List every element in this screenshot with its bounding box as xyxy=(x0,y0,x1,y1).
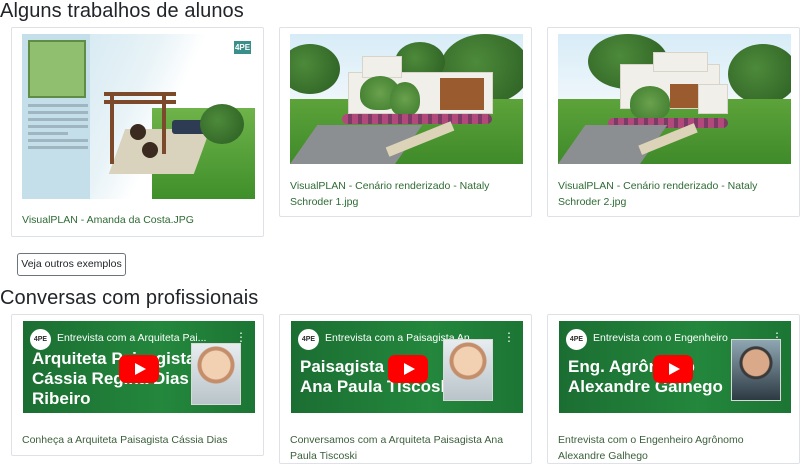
youtube-play-icon[interactable] xyxy=(653,355,693,383)
work-image[interactable]: 4PE xyxy=(22,34,255,199)
video-headline-line: Paisagista xyxy=(300,357,385,376)
section-title-student-works: Alguns trabalhos de alunos xyxy=(0,0,244,22)
video-card[interactable]: 4PE Entrevista com o Engenheiro ... ⋮ En… xyxy=(547,314,800,464)
more-vert-icon[interactable]: ⋮ xyxy=(235,331,247,343)
video-card[interactable]: 4PE Entrevista com a Paisagista An... ⋮ … xyxy=(279,314,532,464)
work-image[interactable] xyxy=(558,34,791,164)
section-title-professional-talks: Conversas com profissionais xyxy=(0,287,259,309)
work-card[interactable]: VisualPLAN - Cenário renderizado - Natal… xyxy=(547,27,800,217)
guest-photo xyxy=(731,339,781,401)
work-caption[interactable]: VisualPLAN - Amanda da Costa.JPG xyxy=(22,212,255,228)
guest-photo xyxy=(191,343,241,405)
guest-photo xyxy=(443,339,493,401)
work-caption[interactable]: VisualPLAN - Cenário renderizado - Natal… xyxy=(290,178,523,210)
video-thumbnail[interactable]: 4PE Entrevista com a Arquiteta Pai... ⋮ … xyxy=(23,321,255,413)
more-vert-icon[interactable]: ⋮ xyxy=(503,331,515,343)
work-card[interactable]: 4PE VisualPLAN - Amanda da Costa.JPG xyxy=(11,27,264,237)
video-headline-line: Cássia Regina Dias xyxy=(32,369,189,388)
video-headline-line: Ana Paula Tiscoski xyxy=(300,377,455,396)
channel-avatar[interactable]: 4PE xyxy=(566,329,587,350)
video-thumbnail[interactable]: 4PE Entrevista com o Engenheiro ... ⋮ En… xyxy=(559,321,791,413)
see-more-examples-button[interactable]: Veja outros exemplos xyxy=(17,253,126,276)
video-overlay-title[interactable]: Entrevista com o Engenheiro ... xyxy=(593,332,753,344)
video-caption[interactable]: Entrevista com o Engenheiro Agrônomo Ale… xyxy=(558,432,790,464)
video-headline-line: Alexandre Galhego xyxy=(568,377,723,396)
channel-avatar[interactable]: 4PE xyxy=(30,329,51,350)
video-headline-line: Arquiteta Paisagista xyxy=(32,349,196,368)
work-image[interactable] xyxy=(290,34,523,164)
video-caption[interactable]: Conversamos com a Arquiteta Paisagista A… xyxy=(290,432,522,464)
brand-badge: 4PE xyxy=(234,41,251,54)
work-card[interactable]: VisualPLAN - Cenário renderizado - Natal… xyxy=(279,27,532,217)
video-headline-line: Ribeiro xyxy=(32,389,91,408)
video-card[interactable]: 4PE Entrevista com a Arquiteta Pai... ⋮ … xyxy=(11,314,264,456)
video-thumbnail[interactable]: 4PE Entrevista com a Paisagista An... ⋮ … xyxy=(291,321,523,413)
youtube-play-icon[interactable] xyxy=(388,355,428,383)
youtube-play-icon[interactable] xyxy=(119,355,159,383)
channel-avatar[interactable]: 4PE xyxy=(298,329,319,350)
video-caption[interactable]: Conheça a Arquiteta Paisagista Cássia Di… xyxy=(22,432,254,448)
work-caption[interactable]: VisualPLAN - Cenário renderizado - Natal… xyxy=(558,178,791,210)
